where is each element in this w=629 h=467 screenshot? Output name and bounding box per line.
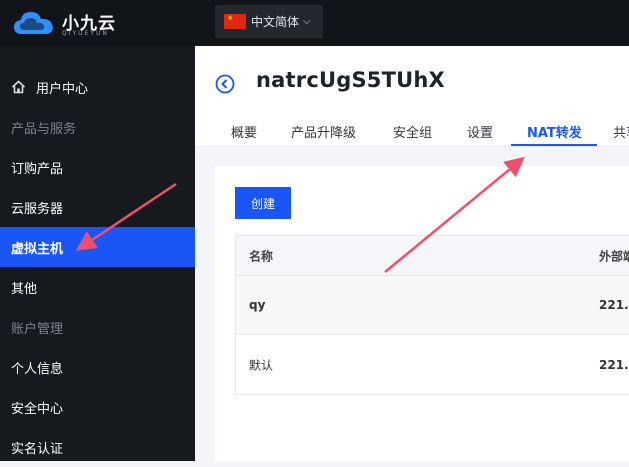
logo[interactable]: 小九云 QIYUEYUN xyxy=(12,6,142,40)
tab-share[interactable]: 共享 xyxy=(613,122,629,141)
sidebar-item-real-name[interactable]: 实名认证 xyxy=(0,427,195,467)
top-bar: 小九云 QIYUEYUN ★ 中文简体 ⌵ xyxy=(0,0,629,46)
home-icon xyxy=(11,80,26,94)
sidebar-item-cloud-server[interactable]: 云服务器 xyxy=(0,187,195,227)
cell-external-port: 221.2 xyxy=(599,298,629,312)
sidebar-item-label: 虚拟主机 xyxy=(11,241,64,257)
nat-table: 名称 外部端口 qy 221.2 默认 221.2 xyxy=(235,235,629,395)
sidebar-item-personal-info[interactable]: 个人信息 xyxy=(0,347,195,387)
active-tab-indicator xyxy=(511,144,597,146)
tab-bar: 概要 产品升降级 安全组 设置 NAT转发 共享 xyxy=(195,116,629,147)
column-header-external-port: 外部端口 xyxy=(599,249,629,263)
tab-settings[interactable]: 设置 xyxy=(467,122,493,141)
cell-name: qy xyxy=(249,298,266,312)
sidebar-item-virtual-host[interactable]: 虚拟主机 xyxy=(0,227,195,267)
sidebar: 用户中心 产品与服务 订购产品 云服务器 虚拟主机 其他 账户管理 个人信息 安… xyxy=(0,46,195,461)
cell-external-port: 221.2 xyxy=(599,357,629,372)
table-row[interactable]: 默认 221.2 xyxy=(236,335,629,394)
sidebar-group-label: 账户管理 xyxy=(11,321,64,337)
sidebar-item-label: 实名认证 xyxy=(11,441,64,457)
sidebar-item-label: 安全中心 xyxy=(11,401,64,417)
china-flag-icon: ★ xyxy=(224,14,246,29)
nat-panel: 创建 名称 外部端口 qy 221.2 默认 221.2 xyxy=(215,166,629,461)
sidebar-item-order-products[interactable]: 订购产品 xyxy=(0,147,195,187)
table-header: 名称 外部端口 xyxy=(236,236,629,276)
sidebar-group-products: 产品与服务 xyxy=(0,107,195,147)
page-title: natrcUgS5TUhX xyxy=(256,68,445,92)
sidebar-item-security-center[interactable]: 安全中心 xyxy=(0,387,195,427)
sidebar-item-other[interactable]: 其他 xyxy=(0,267,195,307)
back-arrow-icon[interactable] xyxy=(215,74,235,94)
page-header: natrcUgS5TUhX 概要 产品升降级 安全组 设置 NAT转发 共享 xyxy=(195,46,629,147)
main-content: natrcUgS5TUhX 概要 产品升降级 安全组 设置 NAT转发 共享 创… xyxy=(195,46,629,461)
cell-name: 默认 xyxy=(249,358,274,372)
chevron-down-icon: ⌵ xyxy=(303,16,311,27)
tab-nat-forward[interactable]: NAT转发 xyxy=(527,122,582,141)
language-selector[interactable]: ★ 中文简体 ⌵ xyxy=(215,5,323,38)
sidebar-item-user-center[interactable]: 用户中心 xyxy=(0,67,195,107)
brand-subtitle: QIYUEYUN xyxy=(62,30,109,37)
tab-overview[interactable]: 概要 xyxy=(231,122,257,141)
tab-security-group[interactable]: 安全组 xyxy=(393,122,432,141)
column-header-name: 名称 xyxy=(249,249,274,263)
sidebar-group-label: 产品与服务 xyxy=(11,121,77,137)
sidebar-group-account: 账户管理 xyxy=(0,307,195,347)
sidebar-item-label: 云服务器 xyxy=(11,201,64,217)
sidebar-item-label: 用户中心 xyxy=(36,81,89,97)
sidebar-item-label: 订购产品 xyxy=(11,161,64,177)
cloud-logo-icon xyxy=(14,12,53,34)
table-row[interactable]: qy 221.2 xyxy=(236,276,629,335)
create-button[interactable]: 创建 xyxy=(235,187,291,219)
sidebar-item-label: 个人信息 xyxy=(11,361,64,377)
tab-upgrade[interactable]: 产品升降级 xyxy=(291,122,356,141)
language-label: 中文简体 xyxy=(251,15,300,29)
sidebar-item-label: 其他 xyxy=(11,281,38,297)
